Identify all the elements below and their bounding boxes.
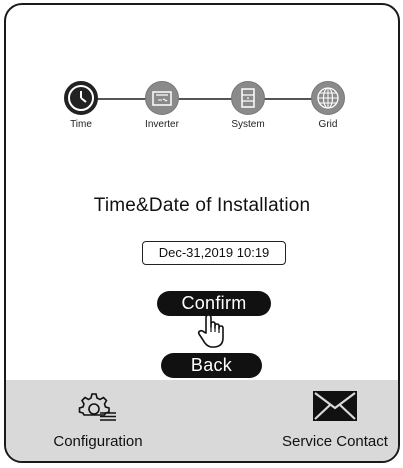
step-inverter-circle xyxy=(145,81,179,115)
step-label: Grid xyxy=(318,119,338,130)
step-label: Inverter xyxy=(145,119,179,130)
step-system[interactable]: System xyxy=(218,81,278,130)
inverter-icon xyxy=(152,91,172,106)
envelope-icon xyxy=(313,391,357,421)
step-grid[interactable]: Grid xyxy=(298,81,358,130)
step-time[interactable]: Time xyxy=(51,81,111,130)
step-label: Time xyxy=(70,119,92,130)
service-contact-tab[interactable]: Service Contact xyxy=(268,390,398,450)
pointer-hand-icon xyxy=(197,314,224,348)
service-contact-label: Service Contact xyxy=(282,433,388,450)
configuration-tab[interactable]: Configuration xyxy=(38,390,158,450)
step-time-circle xyxy=(64,81,98,115)
step-system-circle xyxy=(231,81,265,115)
back-button[interactable]: Back xyxy=(161,353,262,378)
step-grid-circle xyxy=(311,81,345,115)
globe-icon xyxy=(317,87,339,109)
configuration-label: Configuration xyxy=(53,433,143,450)
progress-line xyxy=(84,98,332,100)
step-inverter[interactable]: Inverter xyxy=(132,81,192,130)
gear-settings-icon xyxy=(78,393,116,421)
clock-icon xyxy=(80,91,87,103)
step-label: System xyxy=(231,119,265,130)
device-screen: Time Inverter System Grid Time&Date of I… xyxy=(4,3,400,463)
bottom-nav: Configuration Service Contact xyxy=(6,380,398,461)
page-title: Time&Date of Installation xyxy=(93,195,311,216)
datetime-field[interactable]: Dec-31,2019 10:19 xyxy=(142,241,286,265)
system-icon xyxy=(241,88,255,108)
